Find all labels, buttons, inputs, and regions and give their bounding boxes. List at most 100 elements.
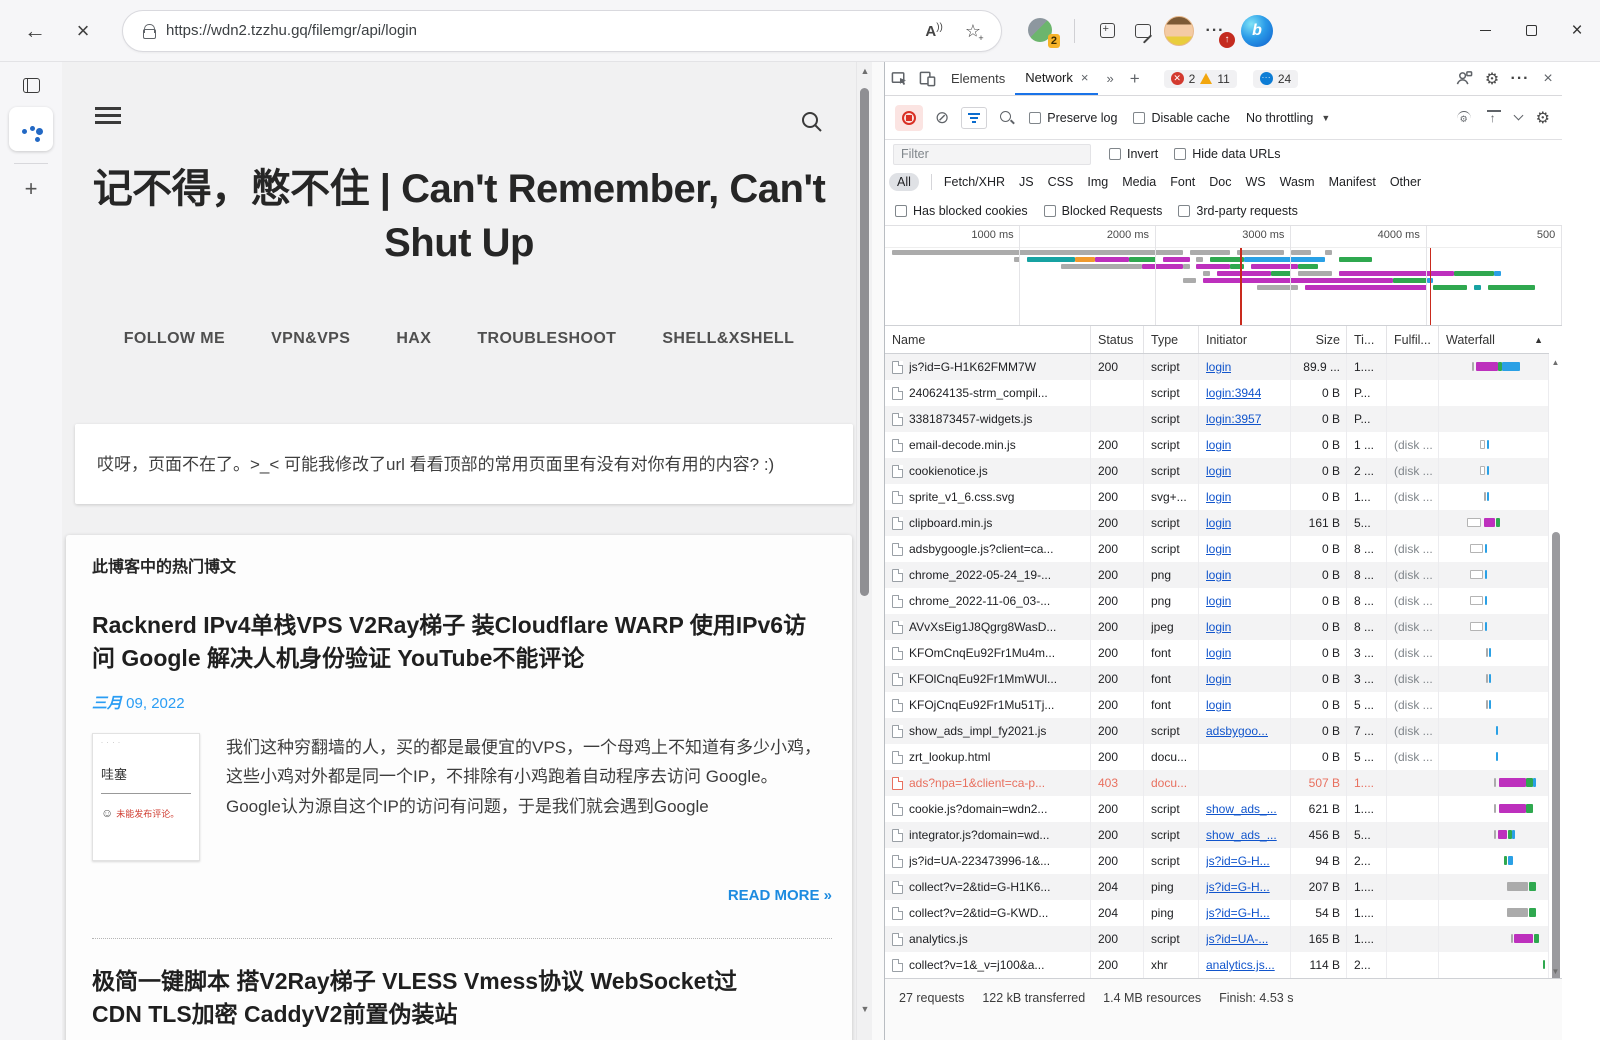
network-search-icon[interactable] (999, 110, 1015, 126)
filter-chip-img[interactable]: Img (1087, 175, 1108, 189)
request-row[interactable]: integrator.js?domain=wd...200scriptshow_… (885, 822, 1549, 848)
page-scrollbar[interactable]: ▲ ▼ (856, 62, 872, 1040)
initiator-link[interactable]: js?id=UA-... (1206, 932, 1268, 946)
devtools-scrollbar-thumb[interactable] (1552, 532, 1560, 1017)
feedback-icon[interactable] (1450, 66, 1478, 92)
disable-cache-checkbox[interactable]: Disable cache (1133, 111, 1230, 125)
request-row[interactable]: collect?v=1&_v=j100&a...200xhranalytics.… (885, 952, 1549, 978)
initiator-link[interactable]: login:3957 (1206, 412, 1261, 426)
filter-chip-css[interactable]: CSS (1048, 175, 1074, 189)
scroll-up-icon[interactable]: ▲ (1549, 358, 1562, 367)
initiator-link[interactable]: login (1206, 542, 1231, 556)
request-row[interactable]: chrome_2022-05-24_19-...200pnglogin0 B8 … (885, 562, 1549, 588)
initiator-link[interactable]: login (1206, 438, 1231, 452)
initiator-link[interactable]: login:3944 (1206, 386, 1261, 400)
initiator-link[interactable]: login (1206, 594, 1231, 608)
initiator-link[interactable]: js?id=G-H... (1206, 880, 1270, 894)
nav-item-3[interactable]: TROUBLESHOOT (477, 330, 616, 348)
post-thumbnail[interactable]: · · · · 哇塞 ☺未能发布评论。 (92, 733, 200, 861)
request-row[interactable]: zrt_lookup.html200docu...0 B5 ...(disk .… (885, 744, 1549, 770)
tab-network[interactable]: Network× (1015, 62, 1098, 95)
inspect-element-icon[interactable] (885, 66, 913, 92)
initiator-link[interactable]: show_ads_... (1206, 828, 1277, 842)
hamburger-menu-icon[interactable] (95, 107, 121, 128)
filter-chip-js[interactable]: JS (1019, 175, 1034, 189)
clear-icon[interactable]: ⊘ (935, 108, 949, 128)
filter-chip-fetch-xhr[interactable]: Fetch/XHR (944, 175, 1005, 189)
initiator-link[interactable]: login (1206, 516, 1231, 530)
web-capture-button[interactable] (1125, 13, 1161, 49)
favorites-star-icon[interactable]: ☆+ (965, 22, 981, 40)
initiator-link[interactable]: login (1206, 464, 1231, 478)
add-devtools-tab-icon[interactable]: + (1122, 69, 1148, 89)
close-button[interactable]: × (1554, 11, 1600, 51)
devtools-menu-icon[interactable]: ··· (1506, 66, 1534, 92)
request-row[interactable]: clipboard.min.js200scriptlogin161 B5... (885, 510, 1549, 536)
hide-data-urls-checkbox[interactable]: Hide data URLs (1174, 147, 1280, 161)
scroll-up-icon[interactable]: ▲ (857, 66, 872, 76)
request-row[interactable]: KFOjCnqEu92Fr1Mu51Tj...200fontlogin0 B5 … (885, 692, 1549, 718)
initiator-link[interactable]: login (1206, 698, 1231, 712)
read-more-link[interactable]: READ MORE » (92, 887, 832, 904)
throttling-select[interactable]: No throttling▼ (1246, 111, 1330, 125)
request-row[interactable]: cookie.js?domain=wdn2...200scriptshow_ad… (885, 796, 1549, 822)
column-header-status[interactable]: Status (1091, 326, 1144, 353)
request-row[interactable]: KFOmCnqEu92Fr1Mu4m...200fontlogin0 B3 ..… (885, 640, 1549, 666)
request-row[interactable]: collect?v=2&tid=G-KWD...204pingjs?id=G-H… (885, 900, 1549, 926)
nav-item-2[interactable]: HAX (396, 330, 431, 348)
request-row[interactable]: js?id=UA-223473996-1&...200scriptjs?id=G… (885, 848, 1549, 874)
initiator-link[interactable]: analytics.js... (1206, 958, 1275, 972)
devtools-resizer[interactable] (872, 62, 884, 1040)
address-bar[interactable]: https://wdn2.tzzhu.gq/filemgr/api/login … (122, 10, 1002, 52)
import-har-icon[interactable] (1487, 110, 1501, 125)
tab-close-icon[interactable]: × (1081, 70, 1089, 85)
filter-chip-other[interactable]: Other (1390, 175, 1421, 189)
request-row[interactable]: AVvXsEig1J8Qgrg8WasD...200jpeglogin0 B8 … (885, 614, 1549, 640)
initiator-link[interactable]: login (1206, 646, 1231, 660)
network-conditions-icon[interactable] (1455, 111, 1473, 125)
filter-toggle-icon[interactable] (961, 107, 987, 129)
column-header-time[interactable]: Ti... (1347, 326, 1387, 353)
read-aloud-icon[interactable]: A)) (925, 22, 943, 40)
filter-checkbox-2[interactable]: 3rd-party requests (1178, 204, 1297, 218)
devtools-scrollbar[interactable]: ▲ ▼ (1549, 356, 1562, 978)
extension-button[interactable]: 2 (1028, 18, 1054, 44)
column-header-size[interactable]: Size (1291, 326, 1347, 353)
stop-loading-icon[interactable]: × (66, 18, 100, 44)
column-header-fulfilled[interactable]: Fulfil... (1387, 326, 1439, 353)
preserve-log-checkbox[interactable]: Preserve log (1029, 111, 1117, 125)
initiator-link[interactable]: login (1206, 620, 1231, 634)
request-row[interactable]: sprite_v1_6.css.svg200svg+...login0 B1..… (885, 484, 1549, 510)
request-row[interactable]: cookienotice.js200scriptlogin0 B2 ...(di… (885, 458, 1549, 484)
request-row[interactable]: ads?npa=1&client=ca-p...403docu...507 B1… (885, 770, 1549, 796)
blog-search-icon[interactable] (800, 110, 824, 139)
messages-badge[interactable]: ···24 (1253, 70, 1298, 88)
initiator-link[interactable]: adsbygoo... (1206, 724, 1268, 738)
collections-button[interactable] (1089, 13, 1125, 49)
network-settings-icon[interactable]: ⚙ (1536, 108, 1550, 128)
nav-item-4[interactable]: SHELL&XSHELL (662, 330, 794, 348)
request-row[interactable]: email-decode.min.js200scriptlogin0 B1 ..… (885, 432, 1549, 458)
filter-checkbox-0[interactable]: Has blocked cookies (895, 204, 1028, 218)
filter-chip-font[interactable]: Font (1170, 175, 1195, 189)
filter-input[interactable] (893, 144, 1091, 165)
column-header-name[interactable]: Name (885, 326, 1091, 353)
devtools-settings-icon[interactable]: ⚙ (1478, 66, 1506, 92)
filter-checkbox-1[interactable]: Blocked Requests (1044, 204, 1163, 218)
initiator-link[interactable]: login (1206, 490, 1231, 504)
invert-checkbox[interactable]: Invert (1109, 147, 1158, 161)
request-row[interactable]: chrome_2022-11-06_03-...200pnglogin0 B8 … (885, 588, 1549, 614)
bing-discover-icon[interactable]: b (1241, 15, 1273, 47)
filter-chip-wasm[interactable]: Wasm (1280, 175, 1315, 189)
scroll-down-icon[interactable]: ▼ (857, 1004, 872, 1014)
request-row[interactable]: analytics.js200scriptjs?id=UA-...165 B1.… (885, 926, 1549, 952)
record-button[interactable] (895, 105, 923, 131)
request-row[interactable]: adsbygoogle.js?client=ca...200scriptlogi… (885, 536, 1549, 562)
request-row[interactable]: 3381873457-widgets.jsscriptlogin:39570 B… (885, 406, 1549, 432)
filter-chip-all[interactable]: All (889, 173, 919, 191)
initiator-link[interactable]: login (1206, 672, 1231, 686)
minimize-button[interactable] (1462, 11, 1508, 51)
nav-item-1[interactable]: VPN&VPS (271, 330, 350, 348)
post-title-link[interactable]: 极简一键脚本 搭V2Ray梯子 VLESS Vmess协议 WebSocket过… (92, 965, 772, 1032)
column-header-initiator[interactable]: Initiator (1199, 326, 1291, 353)
